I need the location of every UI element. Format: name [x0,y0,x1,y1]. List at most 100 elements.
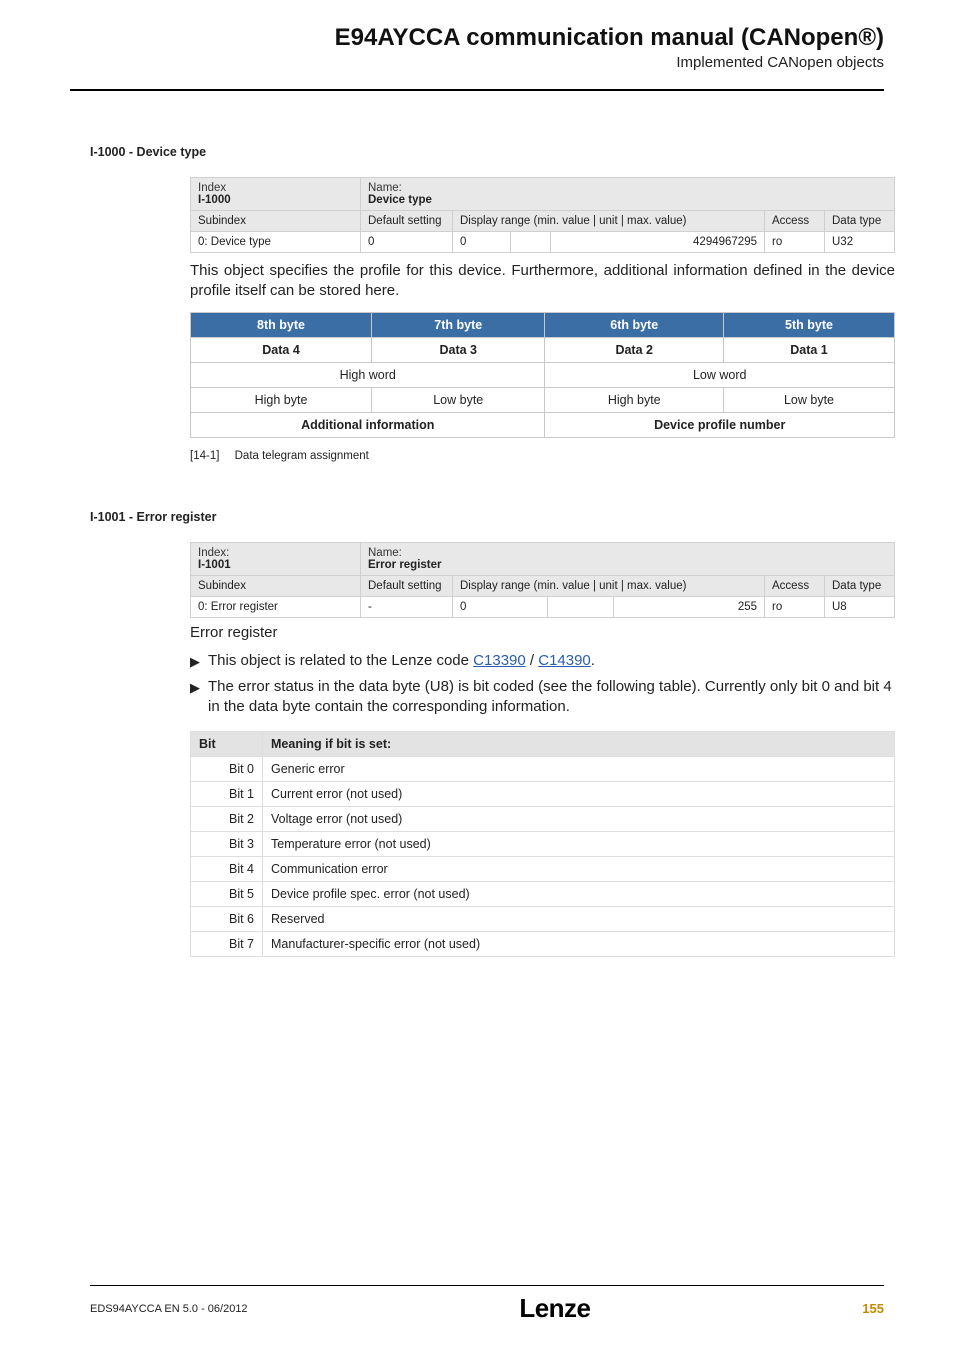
bullet-list: ▶ This object is related to the Lenze co… [190,651,895,718]
td: Voltage error (not used) [263,807,895,832]
t: / [526,652,539,669]
cell: Name: Error register [361,542,895,575]
th: 7th byte [372,312,545,337]
error-register-heading: Error register [190,624,884,641]
td: Data 4 [191,337,372,362]
obj-1001-table: Index: I-1001 Name: Error register Subin… [190,542,895,618]
caption-14-1: [14-1] Data telegram assignment [190,450,884,462]
td: Data 3 [372,337,545,362]
label: Name: [368,547,402,559]
td: Current error (not used) [263,782,895,807]
value: Device type [368,194,432,206]
t: This object is related to the Lenze code [208,652,473,669]
cell: U8 [825,596,895,617]
cell: 0: Device type [191,232,361,253]
cell: Index I-1000 [191,178,361,211]
td: Additional information [191,412,545,437]
bullet-1: ▶ This object is related to the Lenze co… [190,651,895,671]
td: Bit 2 [191,807,263,832]
doc-id: EDS94AYCCA EN 5.0 - 06/2012 [90,1303,248,1315]
bullet-text: This object is related to the Lenze code… [208,651,595,671]
caption-text: Data telegram assignment [235,450,369,462]
cell: 255 [613,596,764,617]
td: Generic error [263,757,895,782]
th: 5th byte [723,312,894,337]
page-content: I-1000 - Device type Index I-1000 Name: … [0,91,954,957]
col: Access [765,575,825,596]
td: Bit 5 [191,882,263,907]
bit-meaning-table: Bit Meaning if bit is set: Bit 0Generic … [190,731,895,957]
cell [510,232,551,253]
th: Meaning if bit is set: [263,732,895,757]
value: I-1001 [198,559,231,571]
td: Low byte [372,387,545,412]
th: 6th byte [545,312,724,337]
td: Device profile number [545,412,895,437]
td: Bit 0 [191,757,263,782]
obj-1000-table: Index I-1000 Name: Device type Subindex … [190,177,895,253]
page-header: E94AYCCA communication manual (CANopen®)… [0,0,954,79]
bullet-arrow-icon: ▶ [190,651,208,671]
td: Communication error [263,857,895,882]
sec1-para: This object specifies the profile for th… [190,261,895,302]
link-c13390[interactable]: C13390 [473,652,526,669]
td: Low byte [723,387,894,412]
cell: Index: I-1001 [191,542,361,575]
td: High word [191,362,545,387]
col: Data type [825,575,895,596]
caption-tag: [14-1] [190,450,219,462]
label: Name: [368,182,402,194]
value: Error register [368,559,442,571]
label: Index: [198,547,229,559]
cell: Name: Device type [361,178,895,211]
cell: ro [765,596,825,617]
td: Low word [545,362,895,387]
footer-rule [90,1285,884,1286]
col: Data type [825,211,895,232]
cell: 4294967295 [551,232,765,253]
td: High byte [545,387,724,412]
cell: - [361,596,453,617]
col: Subindex [191,575,361,596]
td: Bit 3 [191,832,263,857]
td: Bit 7 [191,932,263,957]
col: Display range (min. value | unit | max. … [453,575,765,596]
cell [547,596,613,617]
cell: 0 [361,232,453,253]
col: Default setting [361,211,453,232]
cell: U32 [825,232,895,253]
label: Index [198,182,226,194]
bullet-arrow-icon: ▶ [190,677,208,718]
td: Bit 6 [191,907,263,932]
t: . [591,652,595,669]
byte-layout-table: 8th byte 7th byte 6th byte 5th byte Data… [190,312,895,438]
col: Subindex [191,211,361,232]
cell: ro [765,232,825,253]
section-2-title: I-1001 - Error register [90,510,884,524]
cell: 0 [453,232,511,253]
page-footer: EDS94AYCCA EN 5.0 - 06/2012 Lenze 155 [0,1293,954,1324]
td: High byte [191,387,372,412]
col: Display range (min. value | unit | max. … [453,211,765,232]
cell: 0 [453,596,548,617]
td: Reserved [263,907,895,932]
th: 8th byte [191,312,372,337]
link-c14390[interactable]: C14390 [538,652,591,669]
value: I-1000 [198,194,231,206]
td: Bit 4 [191,857,263,882]
td: Temperature error (not used) [263,832,895,857]
th: Bit [191,732,263,757]
col: Access [765,211,825,232]
doc-subtitle: Implemented CANopen objects [0,54,884,71]
section-1-title: I-1000 - Device type [90,145,884,159]
cell: 0: Error register [191,596,361,617]
col: Default setting [361,575,453,596]
bullet-text: The error status in the data byte (U8) i… [208,677,895,718]
doc-title: E94AYCCA communication manual (CANopen®) [0,24,884,52]
td: Device profile spec. error (not used) [263,882,895,907]
td: Bit 1 [191,782,263,807]
td: Manufacturer-specific error (not used) [263,932,895,957]
lenze-logo: Lenze [519,1293,590,1324]
bullet-2: ▶ The error status in the data byte (U8)… [190,677,895,718]
page-number: 155 [862,1301,884,1316]
